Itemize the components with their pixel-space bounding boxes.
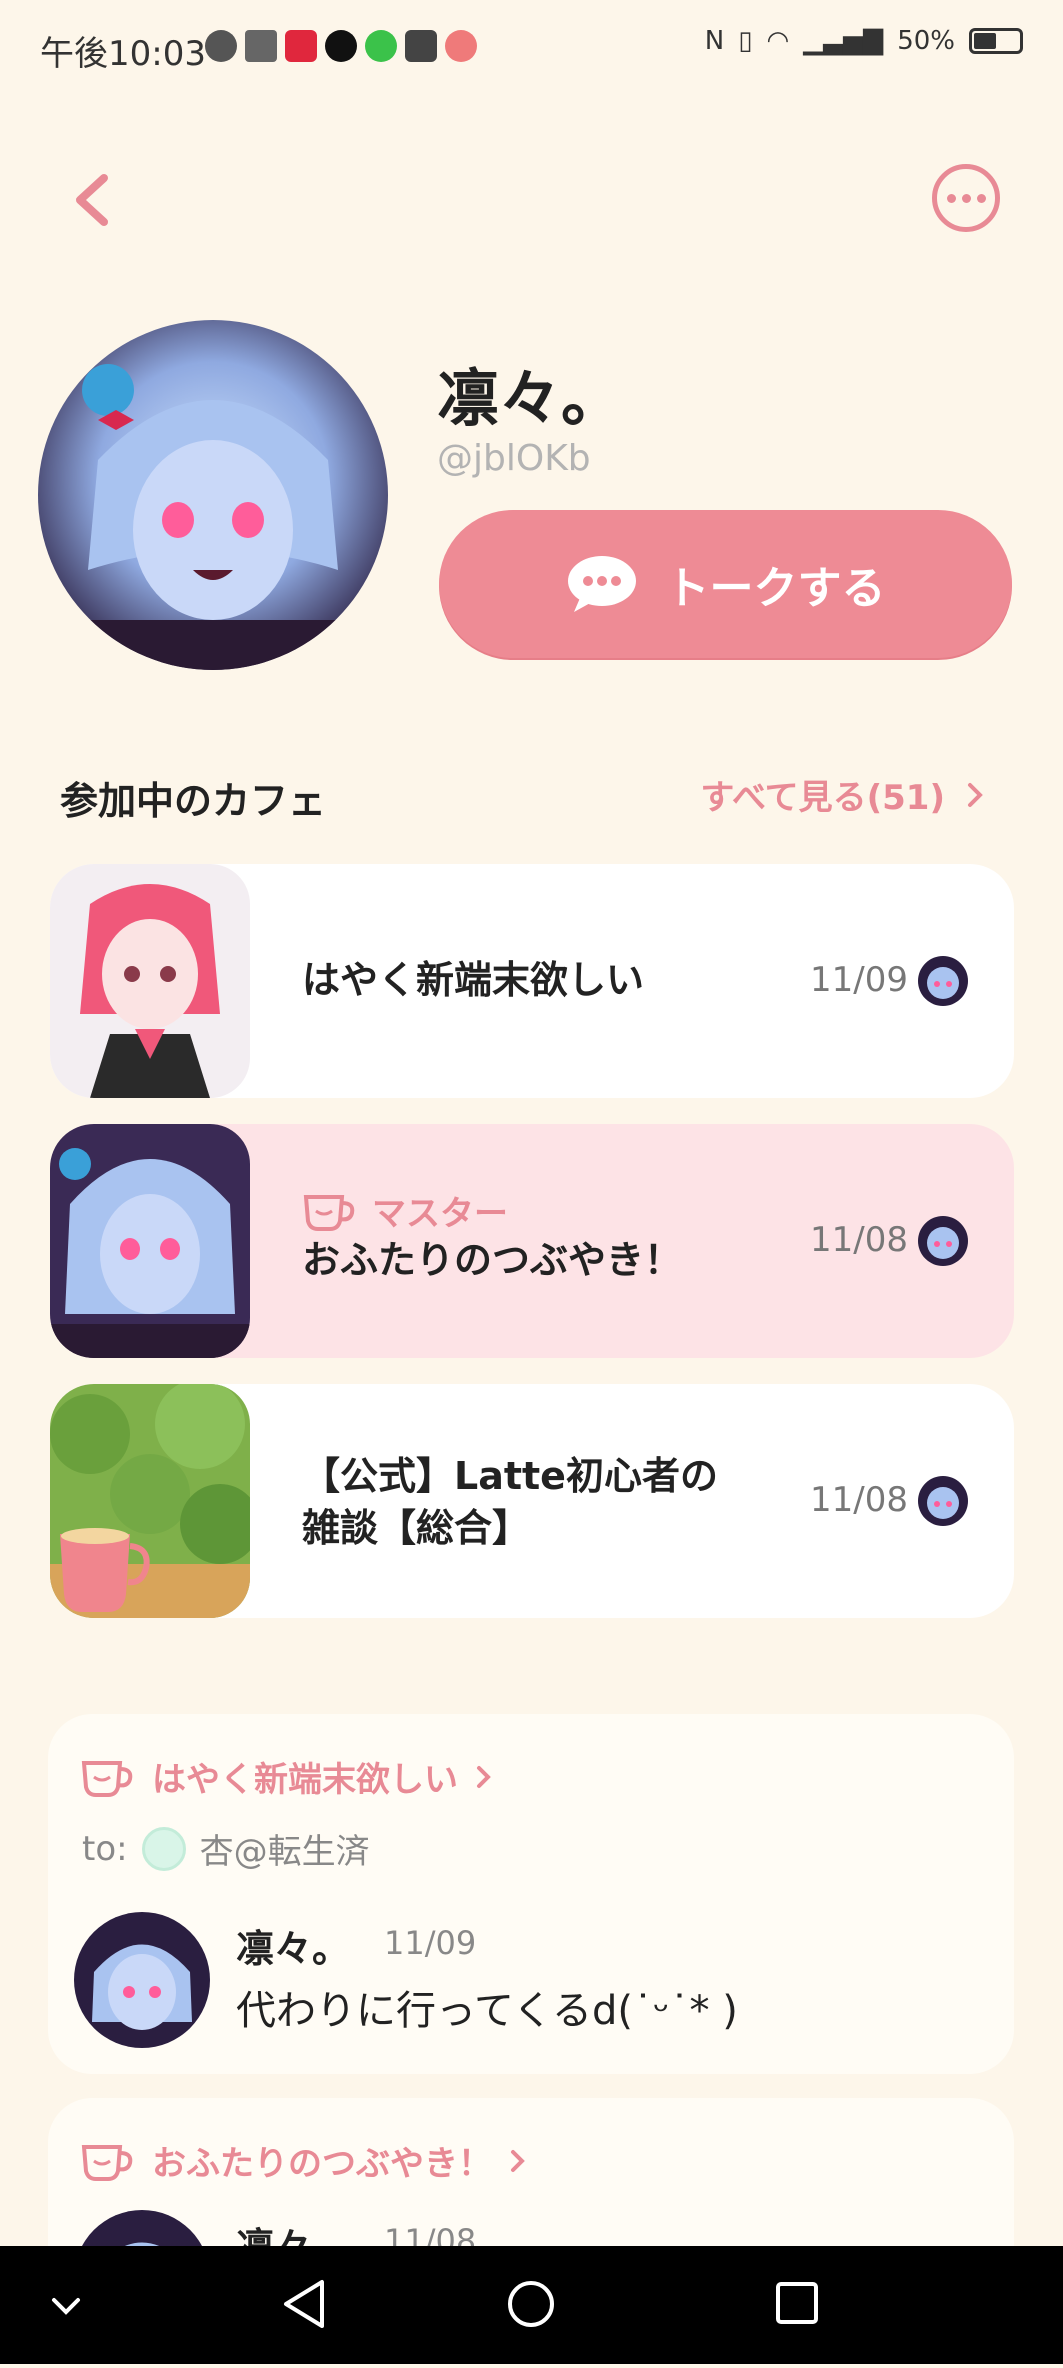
profile-handle: @jblOKb: [437, 438, 591, 479]
post-recipient: to: 杏@転生済: [82, 1824, 370, 1873]
cafe-card[interactable]: マスター おふたりのつぶやき！ 11/08: [50, 1124, 1014, 1358]
nav-back-button[interactable]: [284, 2280, 324, 2328]
cafe-card[interactable]: 【公式】Latte初心者の 雑談【総合】 11/08: [50, 1384, 1014, 1618]
post-author: 凛々。: [236, 2216, 350, 2246]
post-author-avatar[interactable]: [74, 2210, 210, 2246]
cafe-member-avatar: [918, 956, 968, 1006]
cafe-title: はやく新端末欲しい: [302, 958, 645, 1002]
system-navigation-bar: [0, 2246, 1063, 2364]
post-author: 凛々。: [236, 1927, 351, 1971]
see-all-link[interactable]: すべて見る(51): [700, 770, 985, 819]
post-cafe-link[interactable]: おふたりのつぶやき！: [80, 2136, 528, 2185]
chevron-right-icon: [477, 1765, 491, 1788]
post-cafe-link[interactable]: はやく新端末欲しい: [80, 1752, 494, 1801]
see-all-label: すべて見る(51): [700, 778, 945, 818]
talk-button-label: トークする: [665, 563, 886, 614]
chevron-right-icon: [968, 782, 983, 807]
app-icon-red: [285, 30, 317, 62]
nav-collapse-button[interactable]: [52, 2298, 80, 2315]
post-cafe-name: おふたりのつぶやき！: [152, 2144, 492, 2184]
status-time: 午後10:03: [40, 34, 206, 74]
cafe-role: マスター: [302, 1186, 508, 1235]
chevron-left-icon: [76, 174, 108, 226]
signal-icon: ▁▃▅▇: [803, 26, 884, 56]
post-card[interactable]: おふたりのつぶやき！ 凛々。 11/08: [48, 2098, 1014, 2246]
wifi-icon: ◠: [766, 26, 790, 56]
app-icon-pink: [445, 30, 477, 62]
cafe-date: 11/08: [810, 1220, 908, 1260]
nfc-icon: N: [704, 26, 725, 56]
coffee-cup-icon: [81, 2144, 133, 2181]
coffee-cup-icon: [303, 1194, 355, 1231]
avatar-image: [38, 320, 388, 670]
cafe-member-avatar: [918, 1216, 968, 1266]
recipient-avatar: [141, 1826, 186, 1871]
section-title: 参加中のカフェ: [60, 779, 327, 823]
cafe-card[interactable]: はやく新端末欲しい 11/09: [50, 864, 1014, 1098]
battery-icon: [969, 28, 1023, 54]
back-button[interactable]: [62, 160, 122, 240]
tiktok-icon: [325, 30, 357, 62]
post-date: 11/08: [384, 2222, 477, 2246]
youtube-icon: [405, 30, 437, 62]
system-status: N ▯ ◠ ▁▃▅▇ 50%: [705, 26, 1023, 56]
post-card[interactable]: はやく新端末欲しい to: 杏@転生済 凛々。 11/09 代わりに行ってくるd…: [48, 1714, 1014, 2074]
battery-percent: 50%: [897, 26, 955, 56]
post-date: 11/09: [384, 1924, 477, 1962]
nav-home-button[interactable]: [508, 2281, 554, 2327]
chat-bubble-icon: [566, 554, 638, 614]
profile-avatar[interactable]: [38, 320, 388, 670]
line-icon: [365, 30, 397, 62]
cafe-title-line: 【公式】Latte初心者の: [302, 1454, 718, 1498]
cafe-member-avatar: [918, 1476, 968, 1526]
post-to-label: to:: [82, 1828, 128, 1869]
post-text: 代わりに行ってくるd(˙ᵕ˙* ): [236, 1988, 738, 2034]
cafe-title: おふたりのつぶやき！: [302, 1238, 683, 1282]
cafe-thumbnail: [50, 1124, 250, 1358]
cafe-thumbnail: [50, 1384, 250, 1618]
cafe-title-line: 雑談【総合】: [302, 1506, 531, 1550]
cafe-date: 11/09: [810, 960, 908, 1000]
nav-recents-button[interactable]: [776, 2282, 818, 2324]
more-dots-icon: [946, 193, 956, 203]
cafe-date: 11/08: [810, 1480, 908, 1520]
post-cafe-name: はやく新端末欲しい: [152, 1760, 458, 1800]
cafe-title: 【公式】Latte初心者の 雑談【総合】: [302, 1450, 718, 1554]
profile-name: 凛々。: [437, 362, 624, 435]
coffee-cup-icon: [81, 1760, 133, 1797]
cafe-role-label: マスター: [372, 1194, 508, 1234]
post-author-avatar[interactable]: [74, 1912, 210, 2048]
mail-icon: [245, 30, 277, 62]
more-options-button[interactable]: [932, 164, 1000, 232]
notification-dot-icon: [205, 30, 237, 62]
cafe-thumbnail: [50, 864, 250, 1098]
recipient-name: 杏@転生済: [199, 1832, 370, 1872]
notification-icons: [205, 30, 477, 62]
talk-button[interactable]: トークする: [439, 510, 1012, 658]
chevron-right-icon: [511, 2149, 525, 2172]
vibrate-icon: ▯: [738, 26, 753, 56]
